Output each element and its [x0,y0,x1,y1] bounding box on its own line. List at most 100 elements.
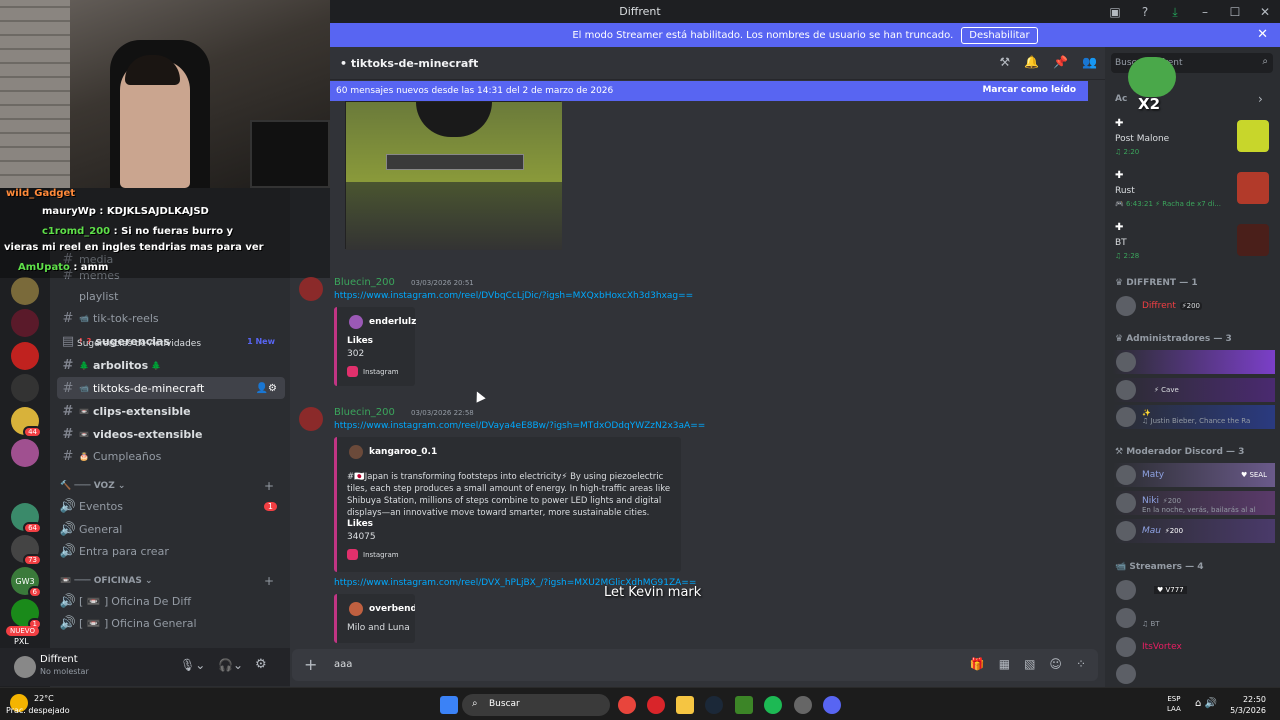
server-icon[interactable] [11,374,39,402]
spotify-icon[interactable] [764,696,782,714]
add-channel-icon[interactable]: + [264,574,274,588]
embed-author[interactable]: kangaroo_0.1 [369,447,437,457]
voice-oficina-general[interactable]: 🔊[ 📼 ] Oficina General [57,612,285,634]
member-row[interactable]: ⚡ Cave [1113,378,1275,402]
embed-author[interactable]: overbend1 [369,604,415,614]
minimize-icon[interactable]: – [1190,2,1220,22]
thread-sugerencias-actividades[interactable]: Sugerencias de Actividades [77,339,201,349]
server-icon[interactable]: 1 [11,599,42,630]
category-oficinas[interactable]: 📼 ─── OFICINAS ⌄ [60,576,153,586]
instagram-embed[interactable]: enderlulz Likes 302 Instagram [334,307,416,386]
server-icon[interactable]: GW3 6 [11,567,42,598]
server-icon[interactable] [11,277,39,305]
server-icon[interactable] [11,309,39,337]
voice-eventos[interactable]: 🔊 Eventos 1 [57,495,285,517]
instagram-embed[interactable]: overbend1 Milo and Luna [334,594,415,643]
instagram-embed[interactable]: kangaroo_0.1 #🇯🇵Japan is transforming fo… [334,437,681,572]
speaker-icon: 🔊 [59,521,77,537]
video-embed[interactable] [345,101,562,250]
server-icon[interactable]: 73 [11,535,42,566]
activity-thumbnail [1237,172,1269,204]
message-link[interactable]: https://www.instagram.com/reel/DVaya4eE8… [334,421,705,431]
file-explorer-icon[interactable] [676,696,694,714]
invite-icon[interactable]: 👤⚙ [256,383,277,394]
help-icon[interactable]: ? [1130,2,1160,22]
apps-icon[interactable]: ⁘ [1076,657,1086,671]
disable-streamer-button[interactable]: Deshabilitar [961,26,1038,44]
headphones-icon[interactable]: 🎧⌄ [218,658,243,672]
bell-icon[interactable]: 🔔 [1024,55,1039,69]
taskbar-search[interactable]: ⌕ Buscar [462,694,610,716]
message-input[interactable]: + aaa 🎁 ▦ ▧ ☺ ⁘ [292,649,1098,681]
new-messages-bar[interactable]: 60 mensajes nuevos desde las 14:31 del 2… [330,81,1088,101]
sticker-icon[interactable]: ▧ [1024,657,1035,671]
server-icon[interactable]: 44 [11,407,42,438]
voice-entra-para-crear[interactable]: 🔊 Entra para crear [57,540,285,562]
gif-icon[interactable]: ▦ [999,657,1010,671]
voice-general[interactable]: 🔊 General [57,518,285,540]
opera-icon[interactable] [647,696,665,714]
member-row[interactable] [1113,350,1275,374]
maximize-icon[interactable]: ☐ [1220,2,1250,22]
emoji-icon[interactable]: ☺ [1049,657,1062,671]
avatar[interactable] [299,407,323,431]
member-row[interactable]: ♫ BT [1113,606,1275,630]
member-row[interactable]: Mau ⚡200 [1113,519,1275,543]
windows-start-icon[interactable] [440,696,458,714]
microphone-icon[interactable]: 🎙⌄ [180,658,205,672]
channel-clips-extensible[interactable]: # 📼 clips-extensible [57,400,285,422]
attach-plus-icon[interactable]: + [304,655,317,674]
inbox-icon[interactable]: ▣ [1100,2,1130,22]
gift-icon[interactable]: 🎁 [970,657,985,671]
member-row[interactable] [1113,662,1275,686]
settings-gear-icon[interactable]: ⚙ [255,657,267,672]
member-row[interactable]: ItsVortex [1113,635,1275,659]
channel-tiktoks-de-minecraft[interactable]: # 📹 tiktoks-de-minecraft 👤⚙ [57,377,285,399]
network-volume-icons[interactable]: ⌂ 🔊 [1195,698,1217,709]
language-indicator[interactable]: ESP LAA [1167,694,1181,714]
discord-icon[interactable] [823,696,841,714]
activity-card[interactable]: ✚ Rust 🎮 6:43:21 ⚡ Racha de x7 di... [1113,168,1273,214]
xbox-icon[interactable] [735,696,753,714]
member-row[interactable]: Niki ⚡200 En la noche, verás, bailarás al… [1113,491,1275,515]
members-icon[interactable]: 👥 [1082,55,1097,69]
server-icon[interactable] [11,342,39,370]
message-link[interactable]: https://www.instagram.com/reel/DVbqCcLjD… [334,291,693,301]
channel-tik-tok-reels[interactable]: # 📹 tik-tok-reels [57,307,285,329]
channel-playlist[interactable]: playlist [57,285,285,307]
threads-icon[interactable]: ⚒ [999,55,1010,69]
close-window-icon[interactable]: ✕ [1250,2,1280,22]
pin-icon[interactable]: 📌 [1053,55,1068,69]
embed-author[interactable]: enderlulz [369,317,416,327]
category-voz[interactable]: 🔨 ─── VOZ ⌄ [60,481,125,491]
activity-card[interactable]: ✚ Post Malone ♫ 2:20 [1113,116,1273,162]
member-row[interactable]: ♥ V777 [1113,578,1275,602]
steam-icon[interactable] [705,696,723,714]
message-author[interactable]: Bluecin_200 [334,277,395,288]
clock[interactable]: 22:50 5/3/2026 [1230,694,1266,716]
member-row[interactable]: Diffrent ⚡200 [1113,294,1275,318]
chrome-icon[interactable] [618,696,636,714]
members-section-header: ⚒ Moderador Discord — 3 [1115,447,1245,457]
server-icon[interactable] [11,439,39,467]
mark-as-read-button[interactable]: Marcar como leído [982,85,1076,95]
channel-videos-extensible[interactable]: # 📼 videos-extensible [57,423,285,445]
channel-arbolitos[interactable]: # 🌲 arbolitos 🌲 [57,354,285,376]
chevron-right-icon[interactable]: › [1258,92,1263,106]
add-channel-icon[interactable]: + [264,479,274,493]
activity-card[interactable]: ✚ BT ♫ 2:28 [1113,220,1273,266]
avatar [1116,521,1136,541]
server-icon[interactable]: 64 [11,503,42,534]
member-row[interactable]: Maty ♥ SEAL [1113,463,1275,487]
avatar[interactable] [14,656,36,678]
member-row[interactable]: ✨ ♫ Justin Bieber, Chance the Ra [1113,405,1275,429]
video-bottom [346,182,562,250]
message-author[interactable]: Bluecin_200 [334,407,395,418]
voice-oficina-de-diff[interactable]: 🔊[ 📼 ] Oficina De Diff [57,590,285,612]
message-input-value[interactable]: aaa [334,659,352,670]
close-banner-icon[interactable]: ✕ [1257,27,1268,42]
channel-cumpleanos[interactable]: # 🎂 Cumpleaños [57,445,285,467]
avatar[interactable] [299,277,323,301]
download-icon[interactable]: ⤓ [1160,2,1190,22]
obs-icon[interactable] [794,696,812,714]
